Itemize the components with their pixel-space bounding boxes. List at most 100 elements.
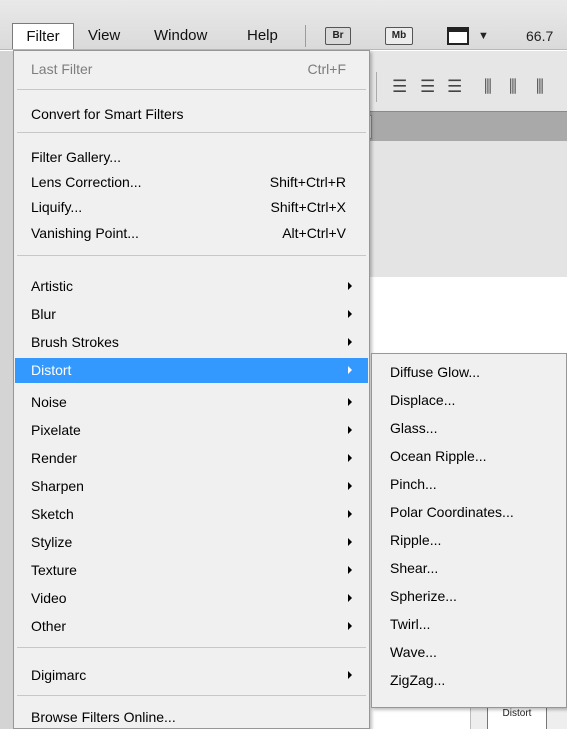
submenu-arrow-icon <box>348 538 352 546</box>
submenu-item-label: Glass... <box>390 420 438 436</box>
filter-menu: Last Filter Ctrl+F Convert for Smart Fil… <box>13 50 370 729</box>
menu-item-label: Vanishing Point... <box>31 225 139 241</box>
menu-item-brush-strokes[interactable]: Brush Strokes <box>15 330 368 354</box>
screen-mode-icon[interactable] <box>447 27 469 45</box>
submenu-item-label: Ocean Ripple... <box>390 448 487 464</box>
app-menu-bar: Filter View Window Help Br Mb ▼ 66.7 <box>0 0 567 50</box>
submenu-item-ripple[interactable]: Ripple... <box>373 526 567 554</box>
align-middle-icon[interactable]: ☰ <box>420 78 435 96</box>
menu-item-label: Distort <box>31 362 72 378</box>
submenu-item-label: Displace... <box>390 392 456 408</box>
menu-separator <box>17 89 366 90</box>
submenu-item-label: Diffuse Glow... <box>390 364 481 380</box>
menu-item-label: Blur <box>31 306 56 322</box>
submenu-arrow-icon <box>348 310 352 318</box>
submenu-item-polar-coordinates[interactable]: Polar Coordinates... <box>373 498 567 526</box>
submenu-item-pinch[interactable]: Pinch... <box>373 470 567 498</box>
menu-item-vanishing-point[interactable]: Vanishing Point... Alt+Ctrl+V <box>15 221 368 245</box>
menu-item-filter-gallery[interactable]: Filter Gallery... <box>15 145 368 169</box>
left-panel-edge <box>0 51 13 729</box>
menu-item-label: Last Filter <box>31 61 93 77</box>
submenu-item-label: Shear... <box>390 560 439 576</box>
submenu-item-label: Spherize... <box>390 588 457 604</box>
menu-item-texture[interactable]: Texture <box>15 558 368 582</box>
align-top-icon[interactable]: ☰ <box>392 78 407 96</box>
mini-bridge-button[interactable]: Mb <box>385 27 413 45</box>
submenu-arrow-icon <box>348 622 352 630</box>
submenu-item-label: Twirl... <box>390 616 431 632</box>
menu-item-stylize[interactable]: Stylize <box>15 530 368 554</box>
submenu-item-twirl[interactable]: Twirl... <box>373 610 567 638</box>
menu-separator <box>17 132 366 133</box>
menu-item-noise[interactable]: Noise <box>15 390 368 414</box>
menu-item-artistic[interactable]: Artistic <box>15 274 368 298</box>
submenu-item-label: Pinch... <box>390 476 437 492</box>
menu-help[interactable]: Help <box>247 23 278 49</box>
menu-item-label: Render <box>31 450 77 466</box>
menu-item-label: Lens Correction... <box>31 174 142 190</box>
menu-item-label: Digimarc <box>31 667 87 683</box>
submenu-item-shear[interactable]: Shear... <box>373 554 567 582</box>
submenu-arrow-icon <box>348 566 352 574</box>
menu-separator <box>17 647 366 648</box>
menubar-separator <box>305 25 306 47</box>
submenu-item-wave[interactable]: Wave... <box>373 638 567 666</box>
bridge-button[interactable]: Br <box>325 27 351 45</box>
align-left-icon[interactable]: ⫼ <box>484 78 492 96</box>
align-right-icon[interactable]: ⫼ <box>536 78 544 96</box>
menu-item-blur[interactable]: Blur <box>15 302 368 326</box>
menu-item-label: Liquify... <box>31 199 83 215</box>
submenu-item-label: Ripple... <box>390 532 442 548</box>
menu-item-shortcut: Ctrl+F <box>307 61 347 77</box>
menu-item-video[interactable]: Video <box>15 586 368 610</box>
menu-separator <box>17 255 366 256</box>
menu-item-distort[interactable]: Distort <box>15 358 368 383</box>
menu-item-label: Pixelate <box>31 422 81 438</box>
submenu-item-diffuse-glow[interactable]: Diffuse Glow... <box>373 358 567 386</box>
options-separator <box>376 72 377 102</box>
submenu-item-label: Wave... <box>390 644 437 660</box>
submenu-arrow-icon <box>348 366 352 374</box>
submenu-item-zigzag[interactable]: ZigZag... <box>373 666 567 694</box>
menu-item-label: Filter Gallery... <box>31 149 121 165</box>
submenu-arrow-icon <box>348 594 352 602</box>
menu-item-label: Browse Filters Online... <box>31 709 176 725</box>
menu-item-other[interactable]: Other <box>15 614 368 638</box>
submenu-arrow-icon <box>348 398 352 406</box>
menu-view[interactable]: View <box>88 23 120 49</box>
chevron-down-icon[interactable]: ▼ <box>478 27 489 45</box>
menu-item-shortcut: Shift+Ctrl+R <box>269 174 346 190</box>
menu-item-render[interactable]: Render <box>15 446 368 470</box>
menu-item-digimarc[interactable]: Digimarc <box>15 663 368 687</box>
submenu-item-ocean-ripple[interactable]: Ocean Ripple... <box>373 442 567 470</box>
align-center-icon[interactable]: ⫼ <box>509 78 517 96</box>
menu-window[interactable]: Window <box>154 23 207 49</box>
submenu-item-label: ZigZag... <box>390 672 446 688</box>
menu-item-liquify[interactable]: Liquify... Shift+Ctrl+X <box>15 195 368 219</box>
distort-submenu: Diffuse Glow... Displace... Glass... Oce… <box>371 353 567 708</box>
menu-item-lens-correction[interactable]: Lens Correction... Shift+Ctrl+R <box>15 170 368 194</box>
submenu-item-displace[interactable]: Displace... <box>373 386 567 414</box>
menu-item-last-filter[interactable]: Last Filter Ctrl+F <box>15 57 368 81</box>
menu-filter[interactable]: Filter <box>12 23 74 49</box>
menu-item-label: Sketch <box>31 506 74 522</box>
submenu-arrow-icon <box>348 338 352 346</box>
submenu-arrow-icon <box>348 282 352 290</box>
menu-item-pixelate[interactable]: Pixelate <box>15 418 368 442</box>
menu-item-sketch[interactable]: Sketch <box>15 502 368 526</box>
submenu-item-spherize[interactable]: Spherize... <box>373 582 567 610</box>
menu-item-label: Convert for Smart Filters <box>31 106 184 122</box>
submenu-arrow-icon <box>348 482 352 490</box>
menu-item-label: Stylize <box>31 534 73 550</box>
menu-item-label: Sharpen <box>31 478 84 494</box>
menu-item-label: Artistic <box>31 278 73 294</box>
menu-item-browse-filters-online[interactable]: Browse Filters Online... <box>15 705 368 729</box>
submenu-item-glass[interactable]: Glass... <box>373 414 567 442</box>
submenu-item-label: Polar Coordinates... <box>390 504 514 520</box>
menu-item-shortcut: Shift+Ctrl+X <box>270 199 346 215</box>
menu-item-sharpen[interactable]: Sharpen <box>15 474 368 498</box>
menu-item-convert-smart-filters[interactable]: Convert for Smart Filters <box>15 102 368 126</box>
submenu-arrow-icon <box>348 510 352 518</box>
zoom-level[interactable]: 66.7 <box>526 23 553 49</box>
align-bottom-icon[interactable]: ☰ <box>447 78 462 96</box>
